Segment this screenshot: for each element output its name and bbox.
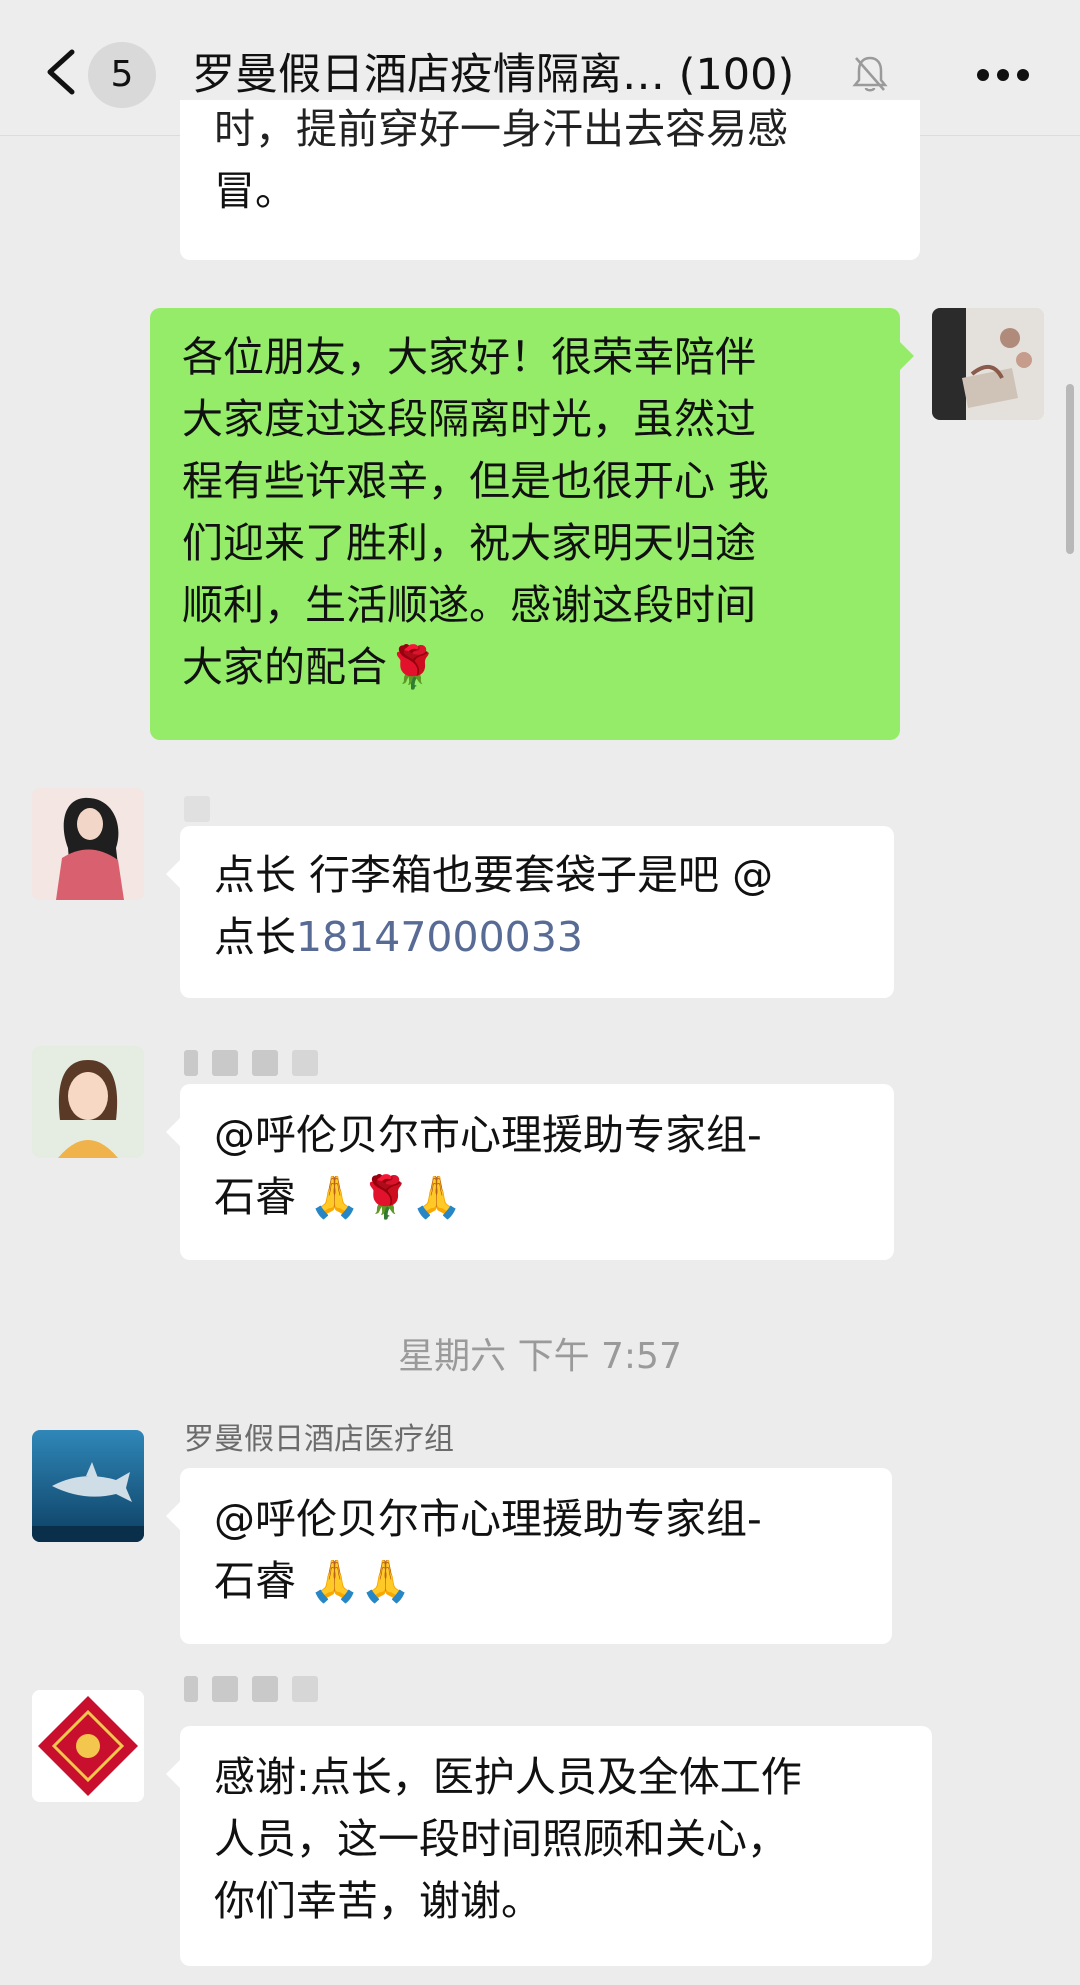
avatar-girl-icon: [32, 788, 144, 900]
bubble-tail: [900, 342, 914, 370]
message-line: @呼伦贝尔市心理援助专家组-: [214, 1495, 762, 1543]
message-line: 们迎来了胜利，祝大家明天归途: [182, 519, 756, 567]
message-line: 程有些许艰辛，但是也很开心 我: [182, 457, 770, 505]
message-bubble[interactable]: 时，提前穿好一身汗出去容易感 冒。: [180, 100, 920, 260]
message-line: 石睿 🙏🌹🙏: [214, 1173, 463, 1221]
sender-avatar[interactable]: [32, 788, 144, 900]
sender-name-blurred: [184, 1676, 332, 1706]
bell-muted-icon: [852, 56, 888, 92]
message-bubble[interactable]: @呼伦贝尔市心理援助专家组- 石睿 🙏🙏: [166, 1468, 892, 1644]
avatar-fu-diamond-icon: [32, 1690, 144, 1802]
message-line: 各位朋友，大家好！很荣幸陪伴: [182, 333, 756, 381]
message-line: 点长 行李箱也要套袋子是吧 @: [214, 851, 774, 899]
avatar-shark-icon: [32, 1430, 144, 1542]
mention-text: 点长: [214, 913, 296, 961]
message-line: 顺利，生活顺遂。感谢这段时间: [182, 581, 756, 629]
message-bubble[interactable]: @呼伦贝尔市心理援助专家组- 石睿 🙏🌹🙏: [166, 1084, 894, 1260]
unread-count-badge[interactable]: 5: [88, 42, 156, 108]
scrollbar[interactable]: [1066, 384, 1074, 554]
message-line: 大家度过这段隔离时光，虽然过: [182, 395, 756, 443]
my-avatar[interactable]: [932, 308, 1044, 420]
sender-avatar[interactable]: [32, 1046, 144, 1158]
message-line: 你们幸苦，谢谢。: [214, 1877, 542, 1925]
bubble-tail: [166, 1760, 180, 1788]
message-line: 人员，这一段时间照顾和关心，: [214, 1815, 788, 1863]
phone-number-link[interactable]: 18147000033: [296, 913, 583, 961]
avatar-image-icon: [932, 308, 1044, 420]
ellipsis-icon[interactable]: [976, 68, 1030, 82]
message-line: 感谢:点长，医护人员及全体工作: [214, 1753, 802, 1801]
bubble-tail: [166, 860, 180, 888]
bubble-tail: [166, 1502, 180, 1530]
message-line: @呼伦贝尔市心理援助专家组-: [214, 1111, 762, 1159]
sender-name-blurred: [184, 1050, 332, 1080]
message-line: 大家的配合🌹: [182, 643, 439, 691]
chevron-left-icon[interactable]: [42, 48, 82, 96]
message-line: 时，提前穿好一身汗出去容易感: [214, 105, 788, 153]
message-line-with-mention: 点长18147000033: [214, 906, 860, 968]
message-bubble[interactable]: 点长 行李箱也要套袋子是吧 @ 点长18147000033: [166, 826, 894, 998]
sender-name: 罗曼假日酒店医疗组: [184, 1422, 454, 1457]
message-timestamp: 星期六 下午 7:57: [398, 1336, 682, 1377]
avatar-woman-icon: [32, 1046, 144, 1158]
bubble-tail: [166, 1118, 180, 1146]
message-bubble[interactable]: 感谢:点长，医护人员及全体工作 人员，这一段时间照顾和关心， 你们幸苦，谢谢。: [166, 1726, 932, 1966]
sender-avatar[interactable]: [32, 1430, 144, 1542]
sender-name-blurred: [184, 796, 224, 826]
sender-avatar[interactable]: [32, 1690, 144, 1802]
chat-title: 罗曼假日酒店疫情隔离… (100): [192, 50, 795, 100]
message-line: 石睿 🙏🙏: [214, 1557, 412, 1605]
message-line: 冒。: [214, 167, 296, 215]
message-bubble-own[interactable]: 各位朋友，大家好！很荣幸陪伴 大家度过这段隔离时光，虽然过 程有些许艰辛，但是也…: [150, 308, 914, 740]
